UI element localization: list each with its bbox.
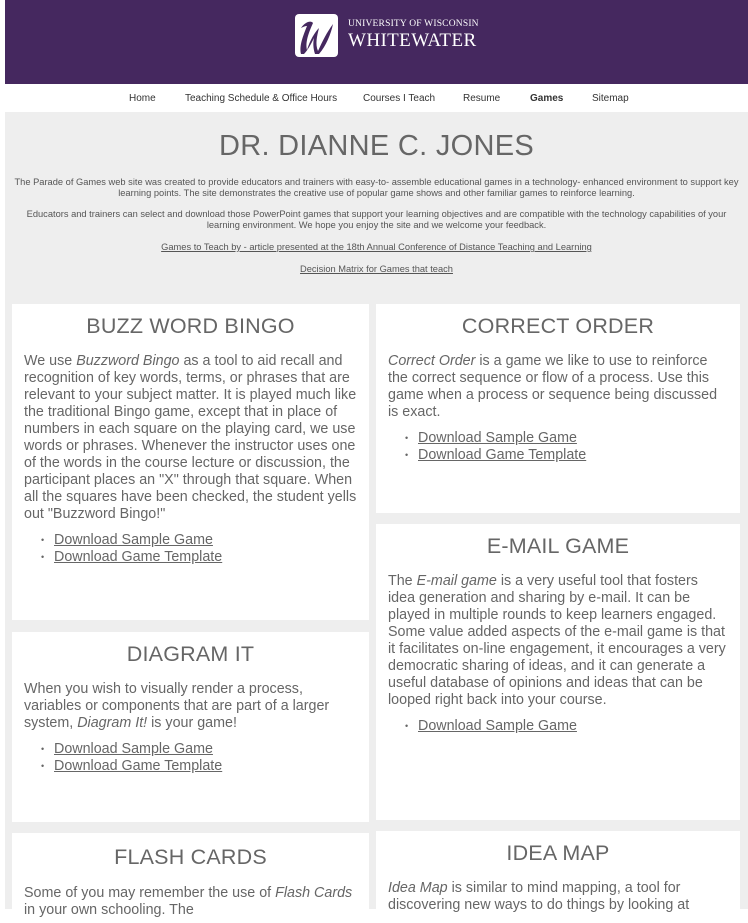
logo-line-whitewater: WHITEWATER bbox=[348, 29, 477, 51]
game-title: CORRECT ORDER bbox=[461, 314, 655, 338]
list-item: Download Sample Game bbox=[41, 741, 357, 758]
nav-courses[interactable]: Courses I Teach bbox=[363, 93, 435, 104]
logo-wordmark: UNIVERSITY OF WISCONSIN WHITEWATER bbox=[348, 20, 479, 50]
decision-matrix-link[interactable]: Decision Matrix for Games that teach bbox=[300, 264, 453, 274]
desc-text: is your game! bbox=[147, 715, 237, 731]
game-name-emphasis: Flash Cards bbox=[275, 885, 353, 901]
nav-resume[interactable]: Resume bbox=[463, 93, 500, 104]
download-game-template-link[interactable]: Download Game Template bbox=[54, 758, 222, 774]
game-card-idea-map: IDEA MAP Idea Map is similar to mind map… bbox=[376, 831, 740, 921]
article-link-row: Games to Teach by - article presented at… bbox=[5, 242, 748, 252]
game-card-flash-cards: FLASH CARDS Some of you may remember the… bbox=[12, 833, 369, 923]
desc-text: We use bbox=[24, 353, 77, 369]
download-sample-game-link[interactable]: Download Sample Game bbox=[418, 718, 577, 734]
list-item: Download Sample Game bbox=[405, 718, 728, 735]
decision-matrix-link-row: Decision Matrix for Games that teach bbox=[5, 264, 748, 274]
download-list: Download Sample Game Download Game Templ… bbox=[24, 532, 357, 566]
game-title: IDEA MAP bbox=[506, 841, 610, 865]
game-title: BUZZ WORD BINGO bbox=[86, 314, 295, 338]
desc-text: in your own schooling. The bbox=[24, 902, 194, 918]
game-name-emphasis: E-mail game bbox=[416, 573, 497, 589]
game-name-emphasis: Diagram It! bbox=[77, 715, 148, 731]
nav-teaching-schedule[interactable]: Teaching Schedule & Office Hours bbox=[185, 93, 337, 104]
game-description: When you wish to visually render a proce… bbox=[24, 681, 357, 732]
download-game-template-link[interactable]: Download Game Template bbox=[54, 549, 222, 565]
game-card-buzz-word-bingo: BUZZ WORD BINGO We use Buzzword Bingo as… bbox=[12, 304, 369, 620]
desc-text: is a very useful tool that fosters idea … bbox=[388, 573, 726, 708]
game-title: FLASH CARDS bbox=[114, 845, 267, 869]
intro-paragraph-2: Educators and trainers can select and do… bbox=[26, 209, 727, 230]
list-item: Download Game Template bbox=[41, 549, 357, 566]
game-card-correct-order: CORRECT ORDER Correct Order is a game we… bbox=[376, 304, 740, 513]
list-item: Download Game Template bbox=[41, 758, 357, 775]
page-title: DR. DIANNE C. JONES bbox=[218, 130, 535, 162]
desc-text: as a tool to aid recall and recognition … bbox=[24, 353, 357, 522]
download-list: Download Sample Game Download Game Templ… bbox=[24, 741, 357, 775]
logo-line-university: UNIVERSITY OF WISCONSIN bbox=[348, 19, 479, 30]
download-game-template-link[interactable]: Download Game Template bbox=[418, 447, 586, 463]
list-item: Download Game Template bbox=[405, 447, 728, 464]
nav-games[interactable]: Games bbox=[530, 93, 563, 104]
download-sample-game-link[interactable]: Download Sample Game bbox=[54, 741, 213, 757]
game-title: E-MAIL GAME bbox=[486, 534, 630, 558]
game-title: DIAGRAM IT bbox=[126, 642, 255, 666]
list-item: Download Sample Game bbox=[405, 430, 728, 447]
desc-text: The bbox=[388, 573, 417, 589]
nav-sitemap[interactable]: Sitemap bbox=[592, 93, 629, 104]
intro-paragraph-1: The Parade of Games web site was created… bbox=[14, 177, 739, 198]
main-nav: Home Teaching Schedule & Office Hours Co… bbox=[5, 85, 748, 112]
game-name-emphasis: Correct Order bbox=[388, 353, 476, 369]
university-logo[interactable]: UNIVERSITY OF WISCONSIN WHITEWATER bbox=[295, 13, 479, 57]
download-list: Download Sample Game Download Game Templ… bbox=[388, 430, 728, 464]
game-description: Correct Order is a game we like to use t… bbox=[388, 353, 728, 421]
nav-home[interactable]: Home bbox=[129, 93, 156, 104]
desc-text: Some of you may remember the use of bbox=[24, 885, 276, 901]
game-name-emphasis: Buzzword Bingo bbox=[76, 353, 180, 369]
game-name-emphasis: Idea Map bbox=[388, 880, 448, 896]
games-to-teach-article-link[interactable]: Games to Teach by - article presented at… bbox=[161, 242, 592, 252]
game-card-diagram-it: DIAGRAM IT When you wish to visually ren… bbox=[12, 632, 369, 822]
game-card-email-game: E-MAIL GAME The E-mail game is a very us… bbox=[376, 524, 740, 820]
download-sample-game-link[interactable]: Download Sample Game bbox=[54, 532, 213, 548]
site-header-banner: UNIVERSITY OF WISCONSIN WHITEWATER bbox=[5, 0, 748, 84]
download-list: Download Sample Game bbox=[388, 718, 728, 735]
uw-whitewater-logo-icon bbox=[295, 13, 338, 57]
list-item: Download Sample Game bbox=[41, 532, 357, 549]
download-sample-game-link[interactable]: Download Sample Game bbox=[418, 430, 577, 446]
game-description: The E-mail game is a very useful tool th… bbox=[388, 573, 728, 709]
game-description: We use Buzzword Bingo as a tool to aid r… bbox=[24, 353, 357, 523]
game-description: Some of you may remember the use of Flas… bbox=[24, 885, 357, 919]
